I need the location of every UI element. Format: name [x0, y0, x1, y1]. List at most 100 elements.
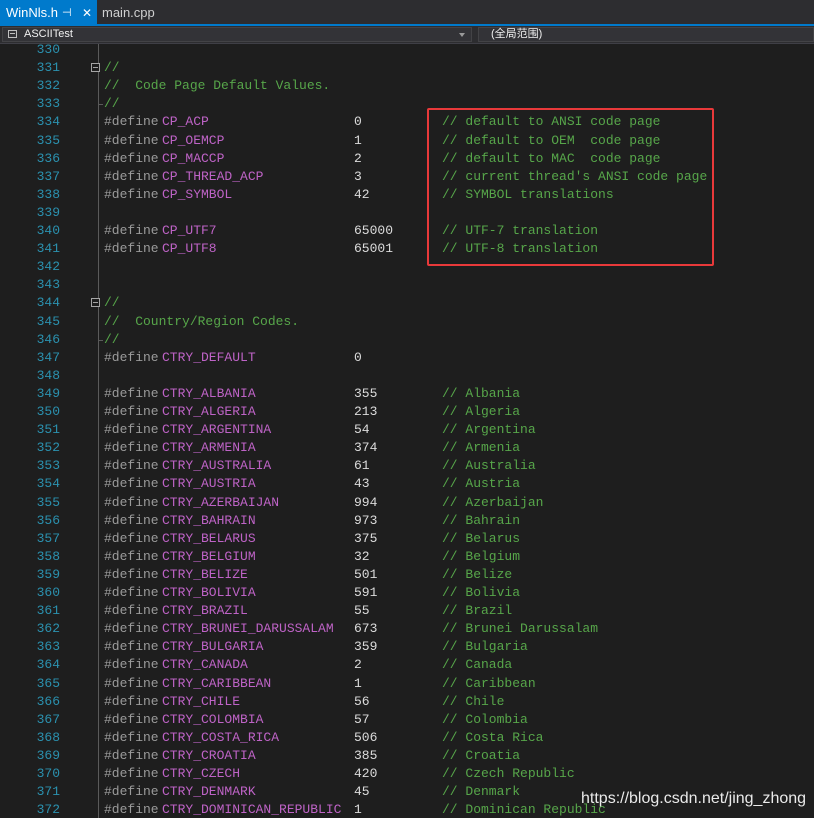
code-line[interactable]: 356 #define CTRY_BAHRAIN 973 // Bahrain [0, 512, 814, 530]
preprocessor-keyword: #define [104, 114, 159, 130]
code-line[interactable]: 345 // Country/Region Codes. [0, 313, 814, 331]
tab-label: main.cpp [102, 5, 155, 20]
tab-main-cpp[interactable]: main.cpp [97, 0, 177, 24]
code-line[interactable]: 352 #define CTRY_ARMENIA 374 // Armenia [0, 439, 814, 457]
code-line[interactable]: 351 #define CTRY_ARGENTINA 54 // Argentina [0, 421, 814, 439]
macro-value: 57 [354, 711, 370, 727]
pin-icon[interactable]: ⊣ [62, 0, 72, 26]
preprocessor-keyword: #define [104, 747, 159, 763]
preprocessor-keyword: #define [104, 223, 159, 238]
trailing-comment: // Canada [442, 657, 513, 673]
preprocessor-keyword: #define [104, 548, 159, 564]
trailing-comment: // Austria [442, 476, 521, 492]
preprocessor-keyword: #define [104, 241, 159, 257]
trailing-comment: // Azerbaijan [442, 494, 544, 510]
code-line[interactable]: 353 #define CTRY_AUSTRALIA 61 // Australia [0, 457, 814, 475]
trailing-comment: // Brunei Darussalam [442, 621, 599, 637]
code-line[interactable]: 363 #define CTRY_BULGARIA 359 // Bulgaria [0, 638, 814, 656]
line-number: 334 [36, 114, 60, 130]
global-scope-dropdown[interactable]: (全局范围) [478, 27, 814, 42]
code-line[interactable]: 355 #define CTRY_AZERBAIJAN 994 // Azerbaija… [0, 494, 814, 512]
preprocessor-keyword: #define [104, 784, 159, 800]
code-line[interactable]: 347 #define CTRY_DEFAULT 0 [0, 349, 814, 367]
code-line[interactable]: 349 #define CTRY_ALBANIA 355 // Albania [0, 385, 814, 403]
macro-value: 673 [354, 621, 378, 637]
preprocessor-keyword: #define [104, 440, 159, 456]
macro-name: CP_UTF7 [162, 223, 217, 238]
macro-name: CP_SYMBOL [162, 186, 233, 202]
preprocessor-keyword: #define [104, 566, 159, 582]
code-line[interactable]: 365 #define CTRY_CARIBBEAN 1 // Caribbean [0, 675, 814, 693]
comment-text: // [104, 96, 120, 112]
global-scope-label: (全局范围) [491, 28, 543, 40]
preprocessor-keyword: #define [104, 404, 159, 419]
code-line[interactable]: 370 #define CTRY_CZECH 420 // Czech Republic [0, 765, 814, 783]
collapse-icon[interactable] [91, 298, 100, 308]
trailing-comment: // Czech Republic [442, 766, 575, 781]
macro-name: CTRY_AZERBAIJAN [162, 494, 280, 510]
line-number: 356 [36, 512, 60, 528]
code-line[interactable]: 330 [0, 44, 814, 59]
line-number: 347 [36, 349, 60, 365]
macro-name: CTRY_CROATIA [162, 747, 256, 763]
code-line[interactable]: 346 // [0, 331, 814, 349]
code-line[interactable]: 348 [0, 367, 814, 385]
trailing-comment: // Albania [442, 385, 521, 401]
macro-name: CTRY_CZECH [162, 766, 241, 781]
code-line[interactable]: 358 #define CTRY_BELGIUM 32 // Belgium [0, 548, 814, 566]
code-line[interactable]: 367 #define CTRY_COLOMBIA 57 // Colombia [0, 711, 814, 729]
code-line[interactable]: 360 #define CTRY_BOLIVIA 591 // Bolivia [0, 584, 814, 602]
trailing-comment: // Belarus [442, 530, 521, 546]
code-line[interactable]: 364 #define CTRY_CANADA 2 // Canada [0, 656, 814, 674]
code-line[interactable]: 361 #define CTRY_BRAZIL 55 // Brazil [0, 602, 814, 620]
macro-value: 0 [354, 114, 362, 130]
macro-value: 591 [354, 585, 378, 600]
code-line[interactable]: 344 // [0, 294, 814, 312]
comment-text: // [104, 331, 120, 347]
macro-value: 1 [354, 132, 362, 148]
macro-value: 32 [354, 548, 370, 564]
trailing-comment: // Colombia [442, 711, 528, 727]
preprocessor-keyword: #define [104, 476, 159, 492]
code-line[interactable]: 357 #define CTRY_BELARUS 375 // Belarus [0, 530, 814, 548]
macro-name: CTRY_CHILE [162, 693, 241, 709]
code-line[interactable]: 368 #define CTRY_COSTA_RICA 506 // Costa Ric… [0, 729, 814, 747]
macro-value: 54 [354, 422, 370, 438]
project-scope-dropdown[interactable]: ASCIITest [2, 27, 472, 42]
macro-name: CTRY_BELGIUM [162, 548, 256, 564]
trailing-comment: // Chile [442, 693, 505, 709]
code-line[interactable]: 362 #define CTRY_BRUNEI_DARUSSALAM 673 // Br… [0, 620, 814, 638]
collapse-icon[interactable] [91, 63, 100, 73]
trailing-comment: // Bahrain [442, 512, 521, 528]
preprocessor-keyword: #define [104, 675, 159, 691]
line-number: 342 [36, 259, 60, 275]
code-line[interactable]: 366 #define CTRY_CHILE 56 // Chile [0, 693, 814, 711]
macro-name: CP_UTF8 [162, 241, 217, 257]
macro-name: CP_ACP [162, 114, 209, 130]
code-line[interactable]: 359 #define CTRY_BELIZE 501 // Belize [0, 566, 814, 584]
preprocessor-keyword: #define [104, 621, 159, 637]
line-number: 348 [36, 367, 60, 383]
macro-value: 973 [354, 512, 378, 528]
line-number: 345 [36, 313, 60, 329]
macro-value: 385 [354, 747, 378, 763]
chevron-down-icon[interactable] [459, 33, 465, 37]
code-editor[interactable]: 330 331//332// Code Page Default Values. 3… [0, 44, 814, 818]
code-line[interactable]: 332 // Code Page Default Values. [0, 77, 814, 95]
macro-value: 359 [354, 639, 378, 655]
code-line[interactable]: 331 // [0, 59, 814, 77]
preprocessor-keyword: #define [104, 766, 159, 781]
close-icon[interactable]: ✕ [82, 0, 92, 26]
code-line[interactable]: 369 #define CTRY_CROATIA 385 // Croatia [0, 747, 814, 765]
comment-text: // [104, 295, 120, 311]
tab-winnls-h[interactable]: WinNls.h ⊣ ✕ [0, 0, 97, 24]
line-number: 332 [36, 78, 60, 94]
preprocessor-keyword: #define [104, 657, 159, 673]
code-line[interactable]: 343 [0, 276, 814, 294]
preprocessor-keyword: #define [104, 639, 159, 655]
line-number: 351 [36, 422, 60, 438]
preprocessor-keyword: #define [104, 512, 159, 528]
preprocessor-keyword: #define [104, 422, 159, 438]
code-line[interactable]: 354 #define CTRY_AUSTRIA 43 // Austria [0, 475, 814, 493]
code-line[interactable]: 350 #define CTRY_ALGERIA 213 // Algeria [0, 403, 814, 421]
